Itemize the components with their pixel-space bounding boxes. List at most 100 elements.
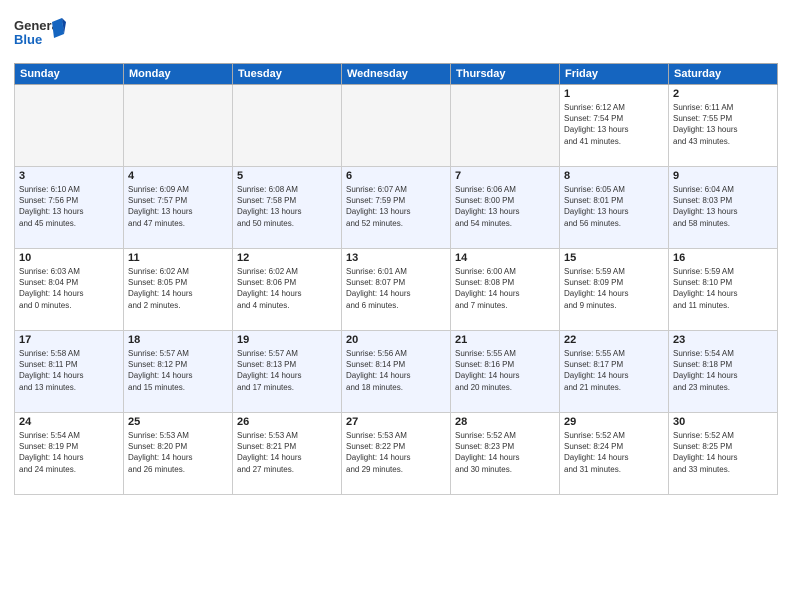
weekday-header-sunday: Sunday [15, 64, 124, 85]
day-info: Sunrise: 6:10 AM Sunset: 7:56 PM Dayligh… [19, 184, 119, 229]
day-info: Sunrise: 5:59 AM Sunset: 8:09 PM Dayligh… [564, 266, 664, 311]
day-number: 24 [19, 416, 119, 428]
day-info: Sunrise: 6:04 AM Sunset: 8:03 PM Dayligh… [673, 184, 773, 229]
day-info: Sunrise: 5:53 AM Sunset: 8:20 PM Dayligh… [128, 430, 228, 475]
week-row-1: 1 Sunrise: 6:12 AM Sunset: 7:54 PM Daylig… [15, 85, 778, 167]
day-info: Sunrise: 5:52 AM Sunset: 8:24 PM Dayligh… [564, 430, 664, 475]
day-cell-18: 18 Sunrise: 5:57 AM Sunset: 8:12 PM Dayli… [124, 331, 233, 413]
day-cell-5: 5 Sunrise: 6:08 AM Sunset: 7:58 PM Daylig… [233, 167, 342, 249]
day-number: 8 [564, 170, 664, 182]
header: General Blue [14, 10, 778, 57]
day-cell-17: 17 Sunrise: 5:58 AM Sunset: 8:11 PM Dayli… [15, 331, 124, 413]
logo-icon: General Blue [14, 14, 66, 52]
day-cell-22: 22 Sunrise: 5:55 AM Sunset: 8:17 PM Dayli… [560, 331, 669, 413]
day-cell-13: 13 Sunrise: 6:01 AM Sunset: 8:07 PM Dayli… [342, 249, 451, 331]
week-row-5: 24Sunrise: 5:54 AM Sunset: 8:19 PM Dayli… [15, 413, 778, 495]
day-info: Sunrise: 5:52 AM Sunset: 8:25 PM Dayligh… [673, 430, 773, 475]
day-info: Sunrise: 6:03 AM Sunset: 8:04 PM Dayligh… [19, 266, 119, 311]
day-info: Sunrise: 5:57 AM Sunset: 8:13 PM Dayligh… [237, 348, 337, 393]
weekday-header-row: SundayMondayTuesdayWednesdayThursdayFrid… [15, 64, 778, 85]
logo-text: General Blue [14, 14, 66, 57]
day-info: Sunrise: 6:02 AM Sunset: 8:06 PM Dayligh… [237, 266, 337, 311]
svg-text:Blue: Blue [14, 32, 42, 47]
weekday-header-monday: Monday [124, 64, 233, 85]
day-number: 10 [19, 252, 119, 264]
day-cell-15: 15Sunrise: 5:59 AM Sunset: 8:09 PM Dayli… [560, 249, 669, 331]
logo: General Blue [14, 14, 66, 57]
day-info: Sunrise: 6:00 AM Sunset: 8:08 PM Dayligh… [455, 266, 555, 311]
day-number: 22 [564, 334, 664, 346]
day-cell-16: 16Sunrise: 5:59 AM Sunset: 8:10 PM Dayli… [669, 249, 778, 331]
day-info: Sunrise: 5:54 AM Sunset: 8:18 PM Dayligh… [673, 348, 773, 393]
day-info: Sunrise: 5:56 AM Sunset: 8:14 PM Dayligh… [346, 348, 446, 393]
day-number: 17 [19, 334, 119, 346]
day-number: 2 [673, 88, 773, 100]
day-number: 20 [346, 334, 446, 346]
day-info: Sunrise: 6:11 AM Sunset: 7:55 PM Dayligh… [673, 102, 773, 147]
day-info: Sunrise: 5:58 AM Sunset: 8:11 PM Dayligh… [19, 348, 119, 393]
day-number: 7 [455, 170, 555, 182]
day-cell-12: 12 Sunrise: 6:02 AM Sunset: 8:06 PM Dayli… [233, 249, 342, 331]
day-info: Sunrise: 5:53 AM Sunset: 8:22 PM Dayligh… [346, 430, 446, 475]
day-info: Sunrise: 5:55 AM Sunset: 8:17 PM Dayligh… [564, 348, 664, 393]
day-cell-1: 1 Sunrise: 6:12 AM Sunset: 7:54 PM Daylig… [560, 85, 669, 167]
day-number: 28 [455, 416, 555, 428]
day-cell-24: 24Sunrise: 5:54 AM Sunset: 8:19 PM Dayli… [15, 413, 124, 495]
day-number: 12 [237, 252, 337, 264]
day-number: 27 [346, 416, 446, 428]
day-cell-4: 4 Sunrise: 6:09 AM Sunset: 7:57 PM Daylig… [124, 167, 233, 249]
week-row-4: 17 Sunrise: 5:58 AM Sunset: 8:11 PM Dayli… [15, 331, 778, 413]
day-number: 6 [346, 170, 446, 182]
empty-cell [15, 85, 124, 167]
day-cell-27: 27 Sunrise: 5:53 AM Sunset: 8:22 PM Dayli… [342, 413, 451, 495]
day-info: Sunrise: 6:12 AM Sunset: 7:54 PM Dayligh… [564, 102, 664, 147]
day-number: 9 [673, 170, 773, 182]
day-info: Sunrise: 6:06 AM Sunset: 8:00 PM Dayligh… [455, 184, 555, 229]
weekday-header-wednesday: Wednesday [342, 64, 451, 85]
day-cell-30: 30 Sunrise: 5:52 AM Sunset: 8:25 PM Dayli… [669, 413, 778, 495]
day-info: Sunrise: 6:08 AM Sunset: 7:58 PM Dayligh… [237, 184, 337, 229]
weekday-header-saturday: Saturday [669, 64, 778, 85]
day-cell-26: 26 Sunrise: 5:53 AM Sunset: 8:21 PM Dayli… [233, 413, 342, 495]
day-number: 25 [128, 416, 228, 428]
day-info: Sunrise: 6:07 AM Sunset: 7:59 PM Dayligh… [346, 184, 446, 229]
day-number: 30 [673, 416, 773, 428]
day-cell-14: 14Sunrise: 6:00 AM Sunset: 8:08 PM Dayli… [451, 249, 560, 331]
day-cell-2: 2 Sunrise: 6:11 AM Sunset: 7:55 PM Daylig… [669, 85, 778, 167]
day-cell-29: 29 Sunrise: 5:52 AM Sunset: 8:24 PM Dayli… [560, 413, 669, 495]
day-info: Sunrise: 6:09 AM Sunset: 7:57 PM Dayligh… [128, 184, 228, 229]
day-number: 26 [237, 416, 337, 428]
day-cell-3: 3Sunrise: 6:10 AM Sunset: 7:56 PM Daylig… [15, 167, 124, 249]
empty-cell [124, 85, 233, 167]
day-cell-20: 20 Sunrise: 5:56 AM Sunset: 8:14 PM Dayli… [342, 331, 451, 413]
day-cell-25: 25 Sunrise: 5:53 AM Sunset: 8:20 PM Dayli… [124, 413, 233, 495]
day-info: Sunrise: 5:55 AM Sunset: 8:16 PM Dayligh… [455, 348, 555, 393]
day-cell-7: 7 Sunrise: 6:06 AM Sunset: 8:00 PM Daylig… [451, 167, 560, 249]
day-number: 18 [128, 334, 228, 346]
empty-cell [451, 85, 560, 167]
day-cell-28: 28 Sunrise: 5:52 AM Sunset: 8:23 PM Dayli… [451, 413, 560, 495]
day-number: 5 [237, 170, 337, 182]
weekday-header-friday: Friday [560, 64, 669, 85]
day-cell-8: 8 Sunrise: 6:05 AM Sunset: 8:01 PM Daylig… [560, 167, 669, 249]
day-info: Sunrise: 5:53 AM Sunset: 8:21 PM Dayligh… [237, 430, 337, 475]
empty-cell [342, 85, 451, 167]
day-info: Sunrise: 6:05 AM Sunset: 8:01 PM Dayligh… [564, 184, 664, 229]
day-info: Sunrise: 5:57 AM Sunset: 8:12 PM Dayligh… [128, 348, 228, 393]
empty-cell [233, 85, 342, 167]
day-number: 13 [346, 252, 446, 264]
day-cell-6: 6 Sunrise: 6:07 AM Sunset: 7:59 PM Daylig… [342, 167, 451, 249]
day-number: 1 [564, 88, 664, 100]
weekday-header-tuesday: Tuesday [233, 64, 342, 85]
day-cell-11: 11Sunrise: 6:02 AM Sunset: 8:05 PM Dayli… [124, 249, 233, 331]
week-row-2: 3Sunrise: 6:10 AM Sunset: 7:56 PM Daylig… [15, 167, 778, 249]
day-info: Sunrise: 5:52 AM Sunset: 8:23 PM Dayligh… [455, 430, 555, 475]
day-cell-21: 21 Sunrise: 5:55 AM Sunset: 8:16 PM Dayli… [451, 331, 560, 413]
day-number: 21 [455, 334, 555, 346]
day-number: 4 [128, 170, 228, 182]
day-number: 16 [673, 252, 773, 264]
weekday-header-thursday: Thursday [451, 64, 560, 85]
day-number: 23 [673, 334, 773, 346]
day-info: Sunrise: 6:01 AM Sunset: 8:07 PM Dayligh… [346, 266, 446, 311]
day-number: 29 [564, 416, 664, 428]
